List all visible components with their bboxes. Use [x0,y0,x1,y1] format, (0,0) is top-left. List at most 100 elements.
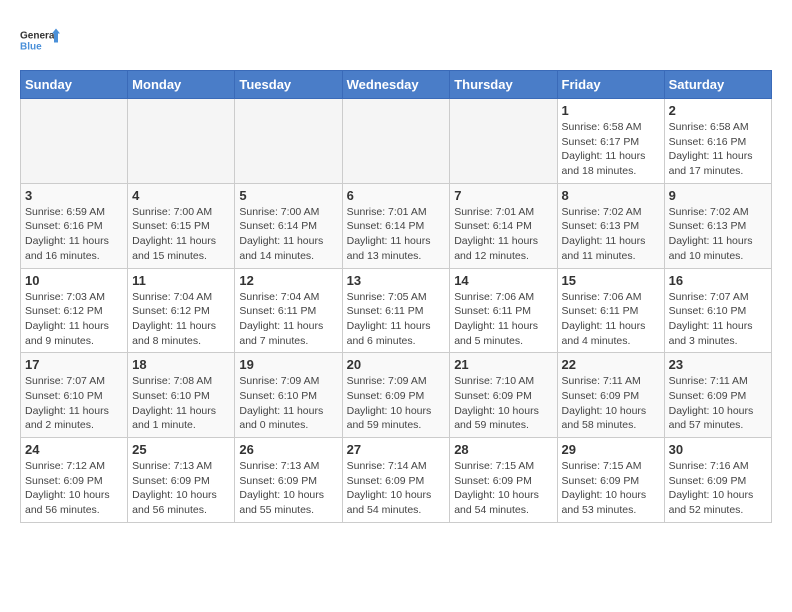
day-info: Sunrise: 7:05 AM Sunset: 6:11 PM Dayligh… [347,290,446,349]
day-number: 9 [669,188,767,203]
day-info: Sunrise: 7:08 AM Sunset: 6:10 PM Dayligh… [132,374,230,433]
day-info: Sunrise: 7:04 AM Sunset: 6:12 PM Dayligh… [132,290,230,349]
day-number: 15 [562,273,660,288]
day-number: 24 [25,442,123,457]
calendar-week-row: 10 Sunrise: 7:03 AM Sunset: 6:12 PM Dayli… [21,268,772,353]
day-number: 13 [347,273,446,288]
day-number: 6 [347,188,446,203]
calendar-day-cell: 3 Sunrise: 6:59 AM Sunset: 6:16 PM Daylig… [21,183,128,268]
calendar-day-cell: 26 Sunrise: 7:13 AM Sunset: 6:09 PM Dayli… [235,438,342,523]
day-number: 27 [347,442,446,457]
day-info: Sunrise: 7:13 AM Sunset: 6:09 PM Dayligh… [239,459,337,518]
calendar-day-cell: 18 Sunrise: 7:08 AM Sunset: 6:10 PM Dayli… [128,353,235,438]
page-header: General Blue [20,20,772,60]
calendar-day-cell: 5 Sunrise: 7:00 AM Sunset: 6:14 PM Daylig… [235,183,342,268]
calendar-week-row: 3 Sunrise: 6:59 AM Sunset: 6:16 PM Daylig… [21,183,772,268]
day-info: Sunrise: 6:59 AM Sunset: 6:16 PM Dayligh… [25,205,123,264]
day-info: Sunrise: 7:10 AM Sunset: 6:09 PM Dayligh… [454,374,552,433]
day-info: Sunrise: 7:11 AM Sunset: 6:09 PM Dayligh… [562,374,660,433]
day-number: 11 [132,273,230,288]
calendar-day-cell: 6Sunrise: 7:01 AM Sunset: 6:14 PM Daylig… [342,183,450,268]
day-info: Sunrise: 7:13 AM Sunset: 6:09 PM Dayligh… [132,459,230,518]
day-number: 25 [132,442,230,457]
calendar-day-cell: 28Sunrise: 7:15 AM Sunset: 6:09 PM Dayli… [450,438,557,523]
calendar-day-cell: 9 Sunrise: 7:02 AM Sunset: 6:13 PM Daylig… [664,183,771,268]
day-number: 5 [239,188,337,203]
weekday-header: Thursday [450,71,557,99]
calendar-day-cell: 30 Sunrise: 7:16 AM Sunset: 6:09 PM Dayli… [664,438,771,523]
day-number: 30 [669,442,767,457]
calendar-day-cell [21,99,128,184]
day-info: Sunrise: 7:06 AM Sunset: 6:11 PM Dayligh… [454,290,552,349]
weekday-header: Saturday [664,71,771,99]
day-info: Sunrise: 7:16 AM Sunset: 6:09 PM Dayligh… [669,459,767,518]
calendar-day-cell: 4 Sunrise: 7:00 AM Sunset: 6:15 PM Daylig… [128,183,235,268]
day-number: 4 [132,188,230,203]
day-number: 1 [562,103,660,118]
day-number: 16 [669,273,767,288]
calendar-day-cell: 8Sunrise: 7:02 AM Sunset: 6:13 PM Daylig… [557,183,664,268]
day-info: Sunrise: 7:15 AM Sunset: 6:09 PM Dayligh… [562,459,660,518]
day-number: 21 [454,357,552,372]
logo-icon: General Blue [20,20,60,60]
calendar-day-cell [235,99,342,184]
day-info: Sunrise: 7:15 AM Sunset: 6:09 PM Dayligh… [454,459,552,518]
day-number: 19 [239,357,337,372]
calendar-day-cell [450,99,557,184]
calendar-day-cell: 29 Sunrise: 7:15 AM Sunset: 6:09 PM Dayli… [557,438,664,523]
day-number: 20 [347,357,446,372]
day-info: Sunrise: 7:12 AM Sunset: 6:09 PM Dayligh… [25,459,123,518]
day-info: Sunrise: 7:02 AM Sunset: 6:13 PM Dayligh… [562,205,660,264]
calendar-day-cell: 1 Sunrise: 6:58 AM Sunset: 6:17 PM Daylig… [557,99,664,184]
day-number: 29 [562,442,660,457]
day-number: 23 [669,357,767,372]
day-number: 14 [454,273,552,288]
day-number: 18 [132,357,230,372]
calendar-week-row: 17 Sunrise: 7:07 AM Sunset: 6:10 PM Dayli… [21,353,772,438]
day-number: 17 [25,357,123,372]
day-info: Sunrise: 6:58 AM Sunset: 6:16 PM Dayligh… [669,120,767,179]
logo: General Blue [20,20,60,60]
calendar-day-cell: 24 Sunrise: 7:12 AM Sunset: 6:09 PM Dayli… [21,438,128,523]
calendar-day-cell: 7 Sunrise: 7:01 AM Sunset: 6:14 PM Daylig… [450,183,557,268]
day-info: Sunrise: 7:07 AM Sunset: 6:10 PM Dayligh… [669,290,767,349]
day-info: Sunrise: 7:11 AM Sunset: 6:09 PM Dayligh… [669,374,767,433]
day-number: 7 [454,188,552,203]
weekday-header: Monday [128,71,235,99]
day-info: Sunrise: 7:02 AM Sunset: 6:13 PM Dayligh… [669,205,767,264]
weekday-header: Sunday [21,71,128,99]
weekday-header: Friday [557,71,664,99]
day-number: 12 [239,273,337,288]
calendar-day-cell: 15Sunrise: 7:06 AM Sunset: 6:11 PM Dayli… [557,268,664,353]
calendar-table: SundayMondayTuesdayWednesdayThursdayFrid… [20,70,772,523]
day-info: Sunrise: 7:09 AM Sunset: 6:10 PM Dayligh… [239,374,337,433]
calendar-header-row: SundayMondayTuesdayWednesdayThursdayFrid… [21,71,772,99]
day-number: 22 [562,357,660,372]
day-info: Sunrise: 7:00 AM Sunset: 6:15 PM Dayligh… [132,205,230,264]
calendar-day-cell: 10 Sunrise: 7:03 AM Sunset: 6:12 PM Dayli… [21,268,128,353]
calendar-day-cell [128,99,235,184]
day-info: Sunrise: 7:04 AM Sunset: 6:11 PM Dayligh… [239,290,337,349]
day-info: Sunrise: 7:01 AM Sunset: 6:14 PM Dayligh… [454,205,552,264]
day-info: Sunrise: 6:58 AM Sunset: 6:17 PM Dayligh… [562,120,660,179]
calendar-day-cell: 14 Sunrise: 7:06 AM Sunset: 6:11 PM Dayli… [450,268,557,353]
calendar-day-cell: 20 Sunrise: 7:09 AM Sunset: 6:09 PM Dayli… [342,353,450,438]
calendar-day-cell: 27Sunrise: 7:14 AM Sunset: 6:09 PM Dayli… [342,438,450,523]
calendar-day-cell [342,99,450,184]
calendar-day-cell: 16 Sunrise: 7:07 AM Sunset: 6:10 PM Dayli… [664,268,771,353]
day-info: Sunrise: 7:09 AM Sunset: 6:09 PM Dayligh… [347,374,446,433]
weekday-header: Tuesday [235,71,342,99]
calendar-day-cell: 11 Sunrise: 7:04 AM Sunset: 6:12 PM Dayli… [128,268,235,353]
day-number: 3 [25,188,123,203]
day-info: Sunrise: 7:07 AM Sunset: 6:10 PM Dayligh… [25,374,123,433]
day-info: Sunrise: 7:03 AM Sunset: 6:12 PM Dayligh… [25,290,123,349]
calendar-week-row: 24 Sunrise: 7:12 AM Sunset: 6:09 PM Dayli… [21,438,772,523]
weekday-header: Wednesday [342,71,450,99]
day-info: Sunrise: 7:00 AM Sunset: 6:14 PM Dayligh… [239,205,337,264]
calendar-day-cell: 2 Sunrise: 6:58 AM Sunset: 6:16 PM Daylig… [664,99,771,184]
day-number: 2 [669,103,767,118]
day-number: 26 [239,442,337,457]
calendar-day-cell: 17 Sunrise: 7:07 AM Sunset: 6:10 PM Dayli… [21,353,128,438]
svg-text:General: General [20,31,57,42]
day-number: 10 [25,273,123,288]
